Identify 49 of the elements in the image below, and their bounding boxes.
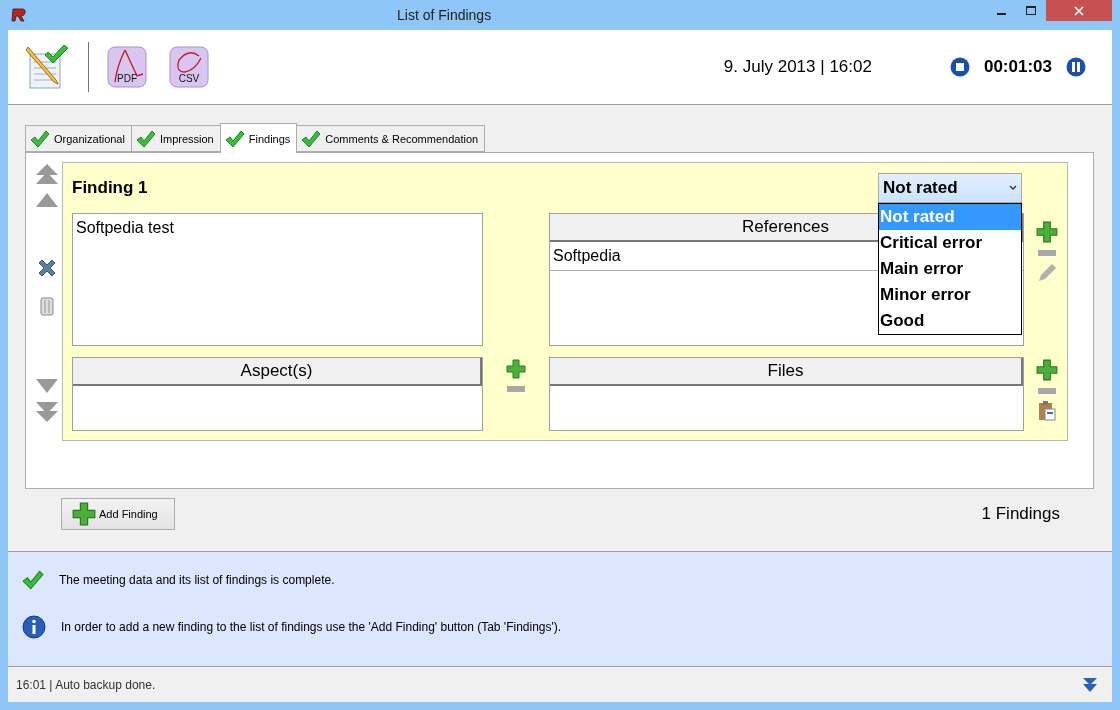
maximize-icon xyxy=(1026,5,1036,16)
column-header: Files xyxy=(550,358,1023,386)
table-cell[interactable]: Softpedia xyxy=(553,247,621,265)
down-arrow-icon[interactable] xyxy=(36,378,58,394)
export-label: PDF xyxy=(117,73,137,84)
check-icon xyxy=(135,128,156,149)
double-up-arrow-icon[interactable] xyxy=(36,164,58,186)
clipboard-icon[interactable] xyxy=(1038,401,1056,421)
trash-icon[interactable] xyxy=(40,296,54,316)
message-text: In order to add a new finding to the list of findings use the 'Add Finding' button (Tab 'Findings'). xyxy=(61,620,562,634)
export-label: CSV xyxy=(178,73,200,84)
notepad-check-icon[interactable] xyxy=(24,44,70,90)
close-icon xyxy=(1074,5,1084,16)
info-icon xyxy=(22,615,46,639)
tab[interactable]: Comments & Recommendation xyxy=(296,125,486,152)
delete-icon[interactable] xyxy=(37,258,57,278)
double-down-arrow-icon[interactable] xyxy=(36,400,58,422)
column-header: Aspect(s) xyxy=(73,358,482,386)
app-logo-icon xyxy=(11,8,27,22)
plus-icon[interactable] xyxy=(1036,221,1058,243)
findings-count: 1 Findings xyxy=(981,504,1060,524)
date-time: 9. July 2013 | 16:02 xyxy=(723,57,872,77)
stop-icon[interactable] xyxy=(949,57,970,77)
add-finding-button[interactable]: Add Finding xyxy=(61,498,175,530)
finding-text-field[interactable]: Softpedia test xyxy=(72,213,483,346)
tab[interactable]: Impression xyxy=(130,125,221,152)
caret-icon xyxy=(1009,185,1017,191)
tab[interactable]: Organizational xyxy=(25,125,132,152)
pause-icon[interactable] xyxy=(1066,57,1086,77)
minimize-icon xyxy=(996,12,1006,15)
tab[interactable]: Findings xyxy=(219,123,298,153)
check-icon xyxy=(22,569,44,591)
timer: 00:01:03 xyxy=(983,57,1052,77)
export-button[interactable]: CSV xyxy=(169,46,209,88)
check-icon xyxy=(301,128,322,149)
window-title: List of Findings xyxy=(397,7,492,23)
check-icon xyxy=(30,128,50,149)
double-down-arrow-icon[interactable] xyxy=(1082,676,1098,693)
plus-icon[interactable] xyxy=(72,502,96,526)
check-icon xyxy=(224,128,245,149)
pencil-icon[interactable] xyxy=(1037,263,1057,283)
status-text: 16:01 | Auto backup done. xyxy=(16,677,156,692)
up-arrow-icon[interactable] xyxy=(36,192,58,208)
finding-title: Finding 1 xyxy=(72,178,148,198)
plus-icon[interactable] xyxy=(1036,359,1058,381)
plus-icon[interactable] xyxy=(506,359,526,379)
export-button[interactable]: PDF xyxy=(107,46,147,88)
message-text: The meeting data and its list of findings is complete. xyxy=(59,573,335,587)
rating-dropdown[interactable]: Not rated xyxy=(878,173,1022,203)
